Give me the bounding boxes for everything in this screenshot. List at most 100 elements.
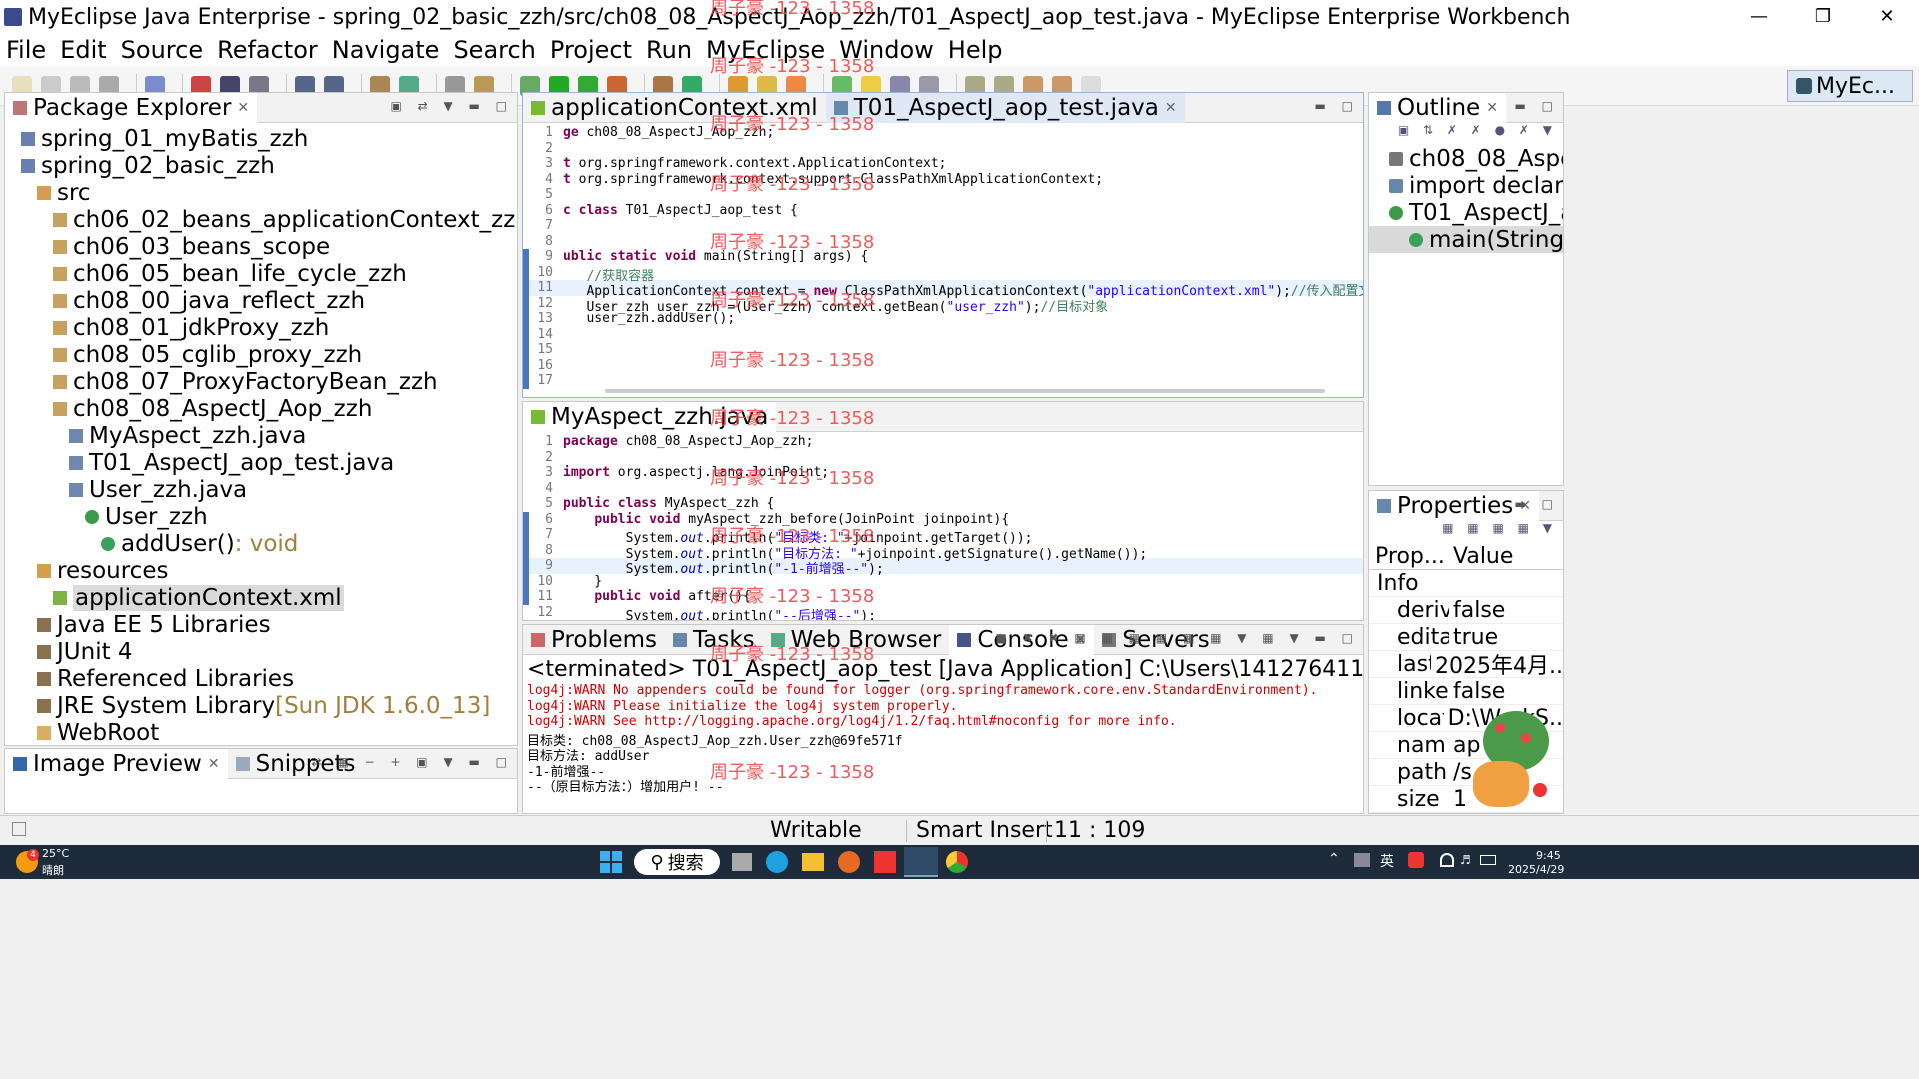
code-editor-aspect[interactable]: 1 package ch08_08_AspectJ_Aop_zzh; 2 3 impor…: [523, 432, 1363, 620]
minimize-button[interactable]: —: [1727, 0, 1791, 32]
perspective-switcher[interactable]: MyEc...: [1787, 70, 1913, 102]
tab-image-preview[interactable]: Image Preview ✕: [5, 749, 228, 779]
tab-applicationcontext-xml[interactable]: applicationContext.xml: [523, 93, 826, 123]
tree-item[interactable]: WebRoot: [5, 719, 517, 745]
code-line[interactable]: 4 t org.springframework.context.support.C…: [523, 172, 1363, 188]
tree-item[interactable]: ch08_08_AspectJ_Aop_zzh: [5, 395, 517, 422]
file-explorer-icon[interactable]: [802, 853, 824, 871]
menu-help[interactable]: Help: [948, 36, 1003, 64]
code-line[interactable]: 14: [523, 326, 1363, 342]
code-line[interactable]: 2: [523, 450, 1363, 466]
battery-icon[interactable]: [1480, 855, 1496, 865]
properties-toolbar[interactable]: ▦ ▦ ▦ ▦ ▼: [1369, 521, 1563, 543]
outline-item[interactable]: import declarati: [1369, 172, 1563, 199]
property-row[interactable]: edita true: [1369, 624, 1563, 651]
code-line[interactable]: 2: [523, 141, 1363, 157]
tab-outline[interactable]: Outline ✕: [1369, 93, 1506, 123]
menu-file[interactable]: File: [6, 36, 46, 64]
restore-button[interactable]: ❐: [1791, 0, 1855, 32]
menu-navigate[interactable]: Navigate: [332, 36, 440, 64]
menu-run[interactable]: Run: [646, 36, 692, 64]
code-line[interactable]: 11 ApplicationContext context = new Clas…: [523, 280, 1363, 299]
code-line[interactable]: 1 ge ch08_08_AspectJ_Aop_zzh;: [523, 125, 1363, 141]
tree-item[interactable]: Referenced Libraries: [5, 665, 517, 692]
code-line[interactable]: 10 //获取容器: [523, 264, 1363, 284]
code-line[interactable]: 15: [523, 342, 1363, 358]
menu-myeclipse[interactable]: MyEclipse: [706, 36, 825, 64]
tree-item[interactable]: ch08_05_cglib_proxy_zzh: [5, 341, 517, 368]
edge-browser-icon[interactable]: [766, 851, 788, 873]
close-icon[interactable]: ✕: [237, 100, 249, 116]
code-line[interactable]: 3 t org.springframework.context.Applicati…: [523, 156, 1363, 172]
code-line[interactable]: 12 System.out.println("--后增强--");: [523, 605, 1363, 621]
wps-icon[interactable]: [874, 851, 896, 873]
tree-item[interactable]: ch06_02_beans_applicationContext_zzh: [5, 206, 517, 233]
tree-item[interactable]: spring_01_myBatis_zzh: [5, 125, 517, 152]
editor-min-max[interactable]: ▬ □: [1315, 99, 1360, 113]
console-toolbar[interactable]: ■ ✖ ✖ ▦ ▦ ▦ ▦ ▦ ▦ ▼ ▦ ▼ ▬ □: [995, 631, 1359, 645]
menu-source[interactable]: Source: [121, 36, 203, 64]
code-line[interactable]: 7: [523, 218, 1363, 234]
clock-time[interactable]: 9:45: [1536, 849, 1561, 862]
code-line[interactable]: 9 ublic static void main(String[] args) {: [523, 249, 1363, 265]
view-menu-controls[interactable]: ▬ □: [1515, 497, 1560, 511]
menu-window[interactable]: Window: [839, 36, 934, 64]
tree-item[interactable]: JUnit 4: [5, 638, 517, 665]
console-output[interactable]: log4j:WARN No appenders could be found f…: [523, 683, 1363, 795]
tree-item[interactable]: User_zzh: [5, 503, 517, 530]
tree-item[interactable]: JRE System Library [Sun JDK 1.6.0_13]: [5, 692, 517, 719]
speaker-icon[interactable]: ♬: [1460, 853, 1471, 867]
col-value[interactable]: Value: [1449, 544, 1513, 569]
firefox-icon[interactable]: [838, 851, 860, 873]
menu-search[interactable]: Search: [453, 36, 535, 64]
tree-item[interactable]: ch06_03_beans_scope: [5, 233, 517, 260]
myeclipse-taskbar-icon[interactable]: [904, 847, 938, 877]
chrome-icon[interactable]: [946, 851, 968, 873]
tab-properties[interactable]: Properties ✕: [1369, 491, 1539, 521]
close-icon[interactable]: ✕: [1486, 100, 1498, 116]
code-line[interactable]: 16: [523, 357, 1363, 373]
code-line[interactable]: 4: [523, 481, 1363, 497]
menu-project[interactable]: Project: [550, 36, 632, 64]
code-line[interactable]: 5: [523, 187, 1363, 203]
task-view-icon[interactable]: [732, 853, 752, 871]
tab-t01-aspectj-aop-test[interactable]: T01_AspectJ_aop_test.java ✕: [825, 93, 1185, 123]
code-line[interactable]: 1 package ch08_08_AspectJ_Aop_zzh;: [523, 434, 1363, 450]
col-property[interactable]: Prop...: [1369, 544, 1449, 569]
code-line[interactable]: 8: [523, 234, 1363, 250]
tab-myaspect-zzh-java[interactable]: MyAspect_zzh.java: [523, 402, 777, 432]
tree-item[interactable]: MyAspect_zzh.java: [5, 422, 517, 449]
property-row[interactable]: deriv false: [1369, 597, 1563, 624]
properties-group[interactable]: Info: [1369, 570, 1563, 597]
horizontal-scrollbar[interactable]: [605, 389, 1325, 393]
close-button[interactable]: ✕: [1855, 0, 1919, 32]
menu-edit[interactable]: Edit: [60, 36, 106, 64]
tab-web-browser[interactable]: Web Browser: [763, 625, 950, 655]
outline-item[interactable]: ch08_08_AspectJ: [1369, 145, 1563, 172]
tab-package-explorer[interactable]: Package Explorer ✕: [5, 93, 258, 123]
code-line[interactable]: 5 public class MyAspect_zzh {: [523, 496, 1363, 512]
tree-item[interactable]: addUser() : void: [5, 530, 517, 557]
tree-item[interactable]: spring_02_basic_zzh: [5, 152, 517, 179]
code-line[interactable]: 7 System.out.println("目标类: "+joinpoint.g…: [523, 527, 1363, 546]
close-icon[interactable]: ✕: [208, 756, 220, 772]
view-menu-controls[interactable]: ▬ □: [1515, 99, 1560, 113]
network-off-icon[interactable]: [1354, 853, 1370, 867]
tree-item[interactable]: User_zzh.java: [5, 476, 517, 503]
input-language[interactable]: 英: [1380, 851, 1394, 871]
taskbar-search-box[interactable]: ⚲ 搜索: [634, 849, 720, 875]
windows-start-icon[interactable]: [600, 851, 622, 873]
code-line[interactable]: 17: [523, 373, 1363, 389]
tree-item[interactable]: resources: [5, 557, 517, 584]
tree-item[interactable]: ch06_05_bean_life_cycle_zzh: [5, 260, 517, 287]
tree-item[interactable]: src: [5, 179, 517, 206]
chevron-up-icon[interactable]: ⌃: [1328, 851, 1340, 867]
tree-item[interactable]: applicationContext.xml: [5, 584, 517, 611]
tree-item[interactable]: ch08_00_java_reflect_zzh: [5, 287, 517, 314]
code-editor-test[interactable]: 1 ge ch08_08_AspectJ_Aop_zzh; 2 3 t org.spri…: [523, 123, 1363, 389]
wifi-icon[interactable]: [1440, 853, 1454, 867]
outline-item[interactable]: main(String[]): [1369, 226, 1563, 253]
outline-item[interactable]: T01_AspectJ_aop: [1369, 199, 1563, 226]
clock-date[interactable]: 2025/4/29: [1508, 863, 1564, 876]
view-menu-controls[interactable]: ▣ ⇄ ▼ ▬ □: [390, 99, 513, 113]
